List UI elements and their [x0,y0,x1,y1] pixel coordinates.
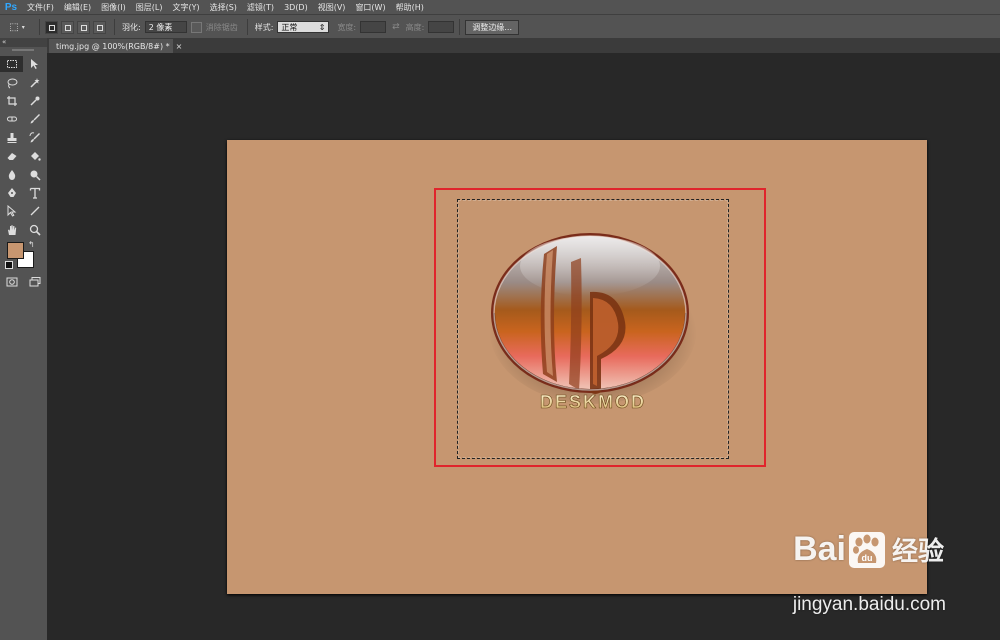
menu-layer[interactable]: 图层(L) [131,2,168,13]
color-swatches: ↰ [0,239,47,273]
swap-colors-icon[interactable]: ↰ [28,240,35,249]
rect-marquee-icon: ⬚ [9,21,19,33]
eraser-tool-icon[interactable] [0,148,23,164]
tools-panel: « ↰ [0,38,47,640]
menu-select[interactable]: 选择(S) [205,2,242,13]
photoshop-logo: Ps [4,1,18,13]
baidu-paw-icon: du [848,531,885,568]
separator [114,19,115,35]
move-tool-icon[interactable] [23,56,46,72]
dodge-tool-icon[interactable] [23,167,46,183]
new-selection-button[interactable] [45,20,58,34]
line-tool-icon[interactable] [23,203,46,219]
menu-3d[interactable]: 3D(D) [279,3,313,12]
zoom-tool-icon[interactable] [23,222,46,238]
svg-text:du: du [861,553,872,563]
menu-bar: Ps 文件(F) 编辑(E) 图像(I) 图层(L) 文字(Y) 选择(S) 滤… [0,0,1000,14]
menu-image[interactable]: 图像(I) [96,2,131,13]
screen-mode-icon[interactable] [23,274,46,290]
chevron-down-icon: ▾ [21,23,25,31]
paint-bucket-tool-icon[interactable] [23,148,46,164]
hand-tool-icon[interactable] [0,222,23,238]
menu-edit[interactable]: 编辑(E) [59,2,96,13]
separator [459,19,461,35]
menu-help[interactable]: 帮助(H) [391,2,429,13]
tool-preset-picker[interactable]: ⬚ ▾ [0,18,34,36]
menu-window[interactable]: 窗口(W) [350,2,390,13]
close-icon[interactable]: × [176,42,183,51]
crop-tool-icon[interactable] [0,93,23,109]
chevron-updown-icon: ⇕ [318,22,326,32]
width-input[interactable] [360,21,387,33]
add-to-selection-button[interactable] [61,20,74,34]
menu-filter[interactable]: 滤镜(T) [242,2,279,13]
magic-wand-tool-icon[interactable] [23,75,46,91]
history-brush-tool-icon[interactable] [23,130,46,146]
intersect-selection-button[interactable] [93,20,106,34]
menu-type[interactable]: 文字(Y) [167,2,204,13]
subtract-from-selection-button[interactable] [77,20,90,34]
document-tab-bar: timg.jpg @ 100%(RGB/8#) * × [47,38,1000,53]
options-bar: ⬚ ▾ 羽化: 2 像素 消除锯齿 样式: 正常 ⇕ 宽度: ⇄ 高度: 调整边缘.… [0,14,1000,39]
rect-marquee-tool-icon[interactable] [0,56,23,73]
highlight-rectangle [434,188,766,467]
path-selection-tool-icon[interactable] [0,203,23,219]
document-tab-title: timg.jpg @ 100%(RGB/8#) * [56,41,170,51]
clone-stamp-tool-icon[interactable] [0,130,23,146]
type-tool-icon[interactable] [23,185,46,201]
document-tab[interactable]: timg.jpg @ 100%(RGB/8#) * × [49,39,182,53]
panel-grip[interactable] [12,49,34,51]
quick-mask-icon[interactable] [0,274,23,290]
watermark-url: jingyan.baidu.com [792,594,946,615]
style-label: 样式: [254,22,274,32]
height-input[interactable] [428,21,455,33]
swap-dimensions-icon[interactable]: ⇄ [392,22,400,32]
feather-input[interactable]: 2 像素 [144,21,187,33]
style-select[interactable]: 正常 ⇕ [277,21,330,33]
refine-edge-button[interactable]: 调整边缘... [465,19,519,35]
foreground-color-swatch[interactable] [7,241,24,259]
brush-tool-icon[interactable] [23,111,46,127]
height-label: 高度: [405,22,425,32]
pen-tool-icon[interactable] [0,185,23,201]
baidu-jingyan-watermark: Bai du 经验 [793,530,944,569]
document-canvas[interactable]: DESKMOD [227,140,927,594]
lasso-tool-icon[interactable] [0,75,23,91]
default-colors-icon[interactable] [5,260,13,269]
separator [246,19,248,35]
healing-brush-tool-icon[interactable] [0,111,23,127]
blur-tool-icon[interactable] [0,167,23,183]
style-select-value: 正常 [281,22,298,32]
watermark-brand-right: 经验 [891,537,944,567]
separator [39,19,40,35]
width-label: 宽度: [337,22,357,32]
antialias-checkbox[interactable] [190,21,202,33]
feather-label: 羽化: [122,22,141,32]
collapse-panel-icon[interactable]: « [0,38,47,47]
menu-file[interactable]: 文件(F) [22,2,59,13]
watermark-brand-left: Bai [793,530,846,568]
antialias-label: 消除锯齿 [205,22,238,32]
menu-view[interactable]: 视图(V) [313,2,351,13]
eyedropper-tool-icon[interactable] [23,93,46,109]
